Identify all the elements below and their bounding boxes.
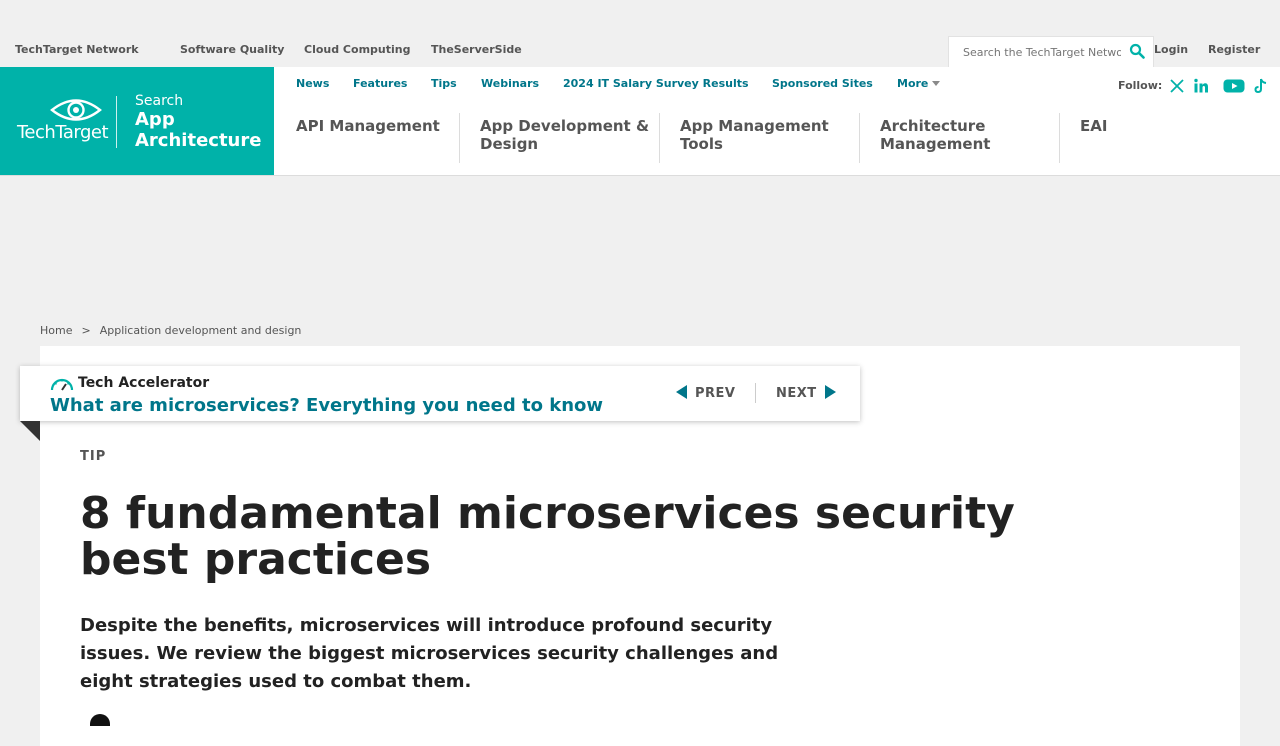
prev-label: PREV	[695, 386, 736, 401]
network-link-software-quality[interactable]: Software Quality	[180, 43, 284, 56]
nav-features[interactable]: Features	[353, 77, 407, 90]
network-search-input[interactable]	[963, 44, 1121, 60]
article-headline: 8 fundamental microservices security bes…	[80, 488, 1015, 585]
accelerator-label: Tech Accelerator	[78, 375, 210, 391]
topic-api-management[interactable]: API Management	[296, 117, 456, 135]
site-header: TechTarget Search App Architecture News …	[0, 67, 1280, 176]
nav-more-label: More	[897, 77, 929, 90]
login-link[interactable]: Login	[1154, 43, 1188, 56]
site-name: App Architecture	[135, 109, 262, 151]
nav-sponsored-sites[interactable]: Sponsored Sites	[772, 77, 873, 90]
logo-divider	[116, 96, 117, 148]
arrow-right-icon	[824, 385, 836, 399]
linkedin-icon[interactable]	[1193, 78, 1209, 94]
chevron-down-icon	[932, 81, 941, 86]
breadcrumb-separator: >	[81, 324, 91, 337]
topic-separator	[459, 113, 460, 163]
follow-label: Follow:	[1118, 79, 1163, 92]
topic-separator	[659, 113, 660, 163]
register-link[interactable]: Register	[1208, 43, 1260, 56]
techtarget-eye-icon	[50, 99, 102, 121]
tech-accelerator-bar: Tech Accelerator What are microservices?…	[20, 366, 860, 421]
network-link-techtarget[interactable]: TechTarget Network	[15, 43, 139, 56]
next-button[interactable]: NEXT	[776, 385, 836, 401]
prev-button[interactable]: PREV	[676, 385, 735, 401]
x-icon[interactable]	[1169, 78, 1185, 94]
topic-separator	[859, 113, 860, 163]
breadcrumb-category[interactable]: Application development and design	[100, 324, 302, 337]
arrow-left-icon	[676, 385, 687, 399]
youtube-icon[interactable]	[1223, 78, 1245, 94]
topic-app-development-design[interactable]: App Development & Design	[480, 117, 650, 153]
network-link-cloud-computing[interactable]: Cloud Computing	[304, 43, 410, 56]
topic-separator	[1059, 113, 1060, 163]
pager-divider	[755, 383, 756, 403]
site-prefix: Search	[135, 93, 184, 109]
tiktok-icon[interactable]	[1253, 78, 1269, 94]
site-logo[interactable]: TechTarget Search App Architecture	[0, 67, 274, 175]
article-dek: Despite the benefits, microservices will…	[80, 615, 779, 692]
article-type-label: TIP	[80, 449, 107, 464]
speedometer-icon	[50, 378, 74, 391]
breadcrumb: Home > Application development and design	[40, 324, 301, 337]
next-label: NEXT	[776, 386, 817, 401]
network-search-box	[948, 36, 1154, 67]
search-icon[interactable]	[1129, 43, 1145, 59]
breadcrumb-home[interactable]: Home	[40, 324, 72, 337]
nav-tips[interactable]: Tips	[431, 77, 457, 90]
nav-webinars[interactable]: Webinars	[481, 77, 539, 90]
topic-app-management-tools[interactable]: App Management Tools	[680, 117, 850, 153]
network-bar: TechTarget Network Software Quality Clou…	[0, 36, 1280, 67]
logo-text: TechTarget	[17, 122, 109, 143]
nav-more[interactable]: More	[897, 77, 941, 90]
nav-news[interactable]: News	[296, 77, 329, 90]
ribbon-fold	[20, 421, 40, 441]
topic-architecture-management[interactable]: Architecture Management	[880, 117, 1040, 153]
topic-eai[interactable]: EAI	[1080, 117, 1107, 135]
nav-salary-survey[interactable]: 2024 IT Salary Survey Results	[563, 77, 749, 90]
accelerator-guide-link[interactable]: What are microservices? Everything you n…	[50, 395, 603, 416]
network-link-theserverside[interactable]: TheServerSide	[431, 43, 522, 56]
